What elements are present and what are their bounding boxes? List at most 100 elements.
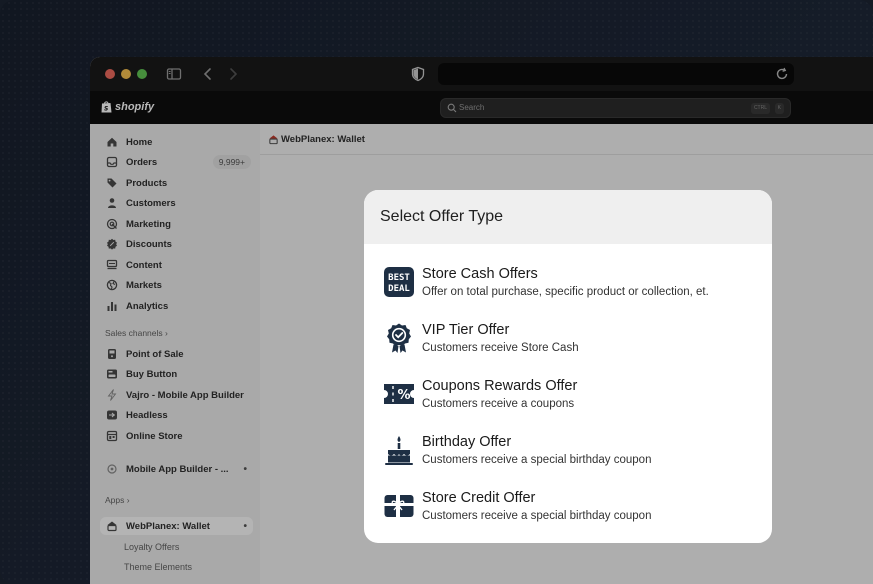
forward-arrow-icon[interactable]: [225, 66, 241, 82]
chevron-right-icon: ›: [126, 495, 130, 505]
sidebar-item-label: Orders: [126, 156, 158, 168]
search-icon: [447, 103, 457, 113]
modal-title: Select Offer Type: [380, 208, 504, 225]
privacy-shield-icon[interactable]: [410, 66, 426, 82]
globe-icon: [106, 279, 118, 291]
sidebar-item-buy-button[interactable]: Buy Button: [100, 365, 253, 383]
search-placeholder: Search: [459, 103, 485, 112]
minimize-window-button[interactable]: [121, 69, 131, 79]
sidebar-item-discounts[interactable]: Discounts: [100, 235, 253, 253]
offer-title: Coupons Rewards Offer: [422, 378, 578, 394]
sidebar-item-markets[interactable]: Markets: [100, 276, 253, 294]
birthday-cake-icon: [385, 436, 413, 465]
offer-title: Store Credit Offer: [422, 490, 536, 506]
sidebar-item-label: Content: [126, 259, 162, 271]
sidebar-item-online-store[interactable]: Online Store: [100, 427, 253, 445]
wallet-app-icon: [269, 135, 278, 145]
sidebar-item-label: Products: [126, 177, 168, 189]
offer-description: Customers receive Store Cash: [422, 342, 579, 354]
search-input[interactable]: Search CTRL K: [440, 98, 791, 118]
modal-header: Select Offer Type: [364, 190, 772, 244]
sidebar-item-customers[interactable]: Customers: [100, 194, 253, 212]
apps-heading[interactable]: Apps ›: [105, 495, 130, 505]
coupon-icon: %: [384, 384, 414, 404]
sidebar-item-mobile-app-builder[interactable]: Mobile App Builder - ... •: [100, 460, 253, 478]
sidebar: Home Orders 9,999+ Products Customers Ma…: [90, 124, 260, 584]
header-divider: [260, 154, 873, 155]
sidebar-subitem-theme-elements[interactable]: Theme Elements: [124, 562, 192, 572]
sidebar-item-label: Buy Button: [126, 368, 178, 380]
sidebar-subitem-loyalty-offers[interactable]: Loyalty Offers: [124, 542, 179, 552]
close-window-button[interactable]: [105, 69, 115, 79]
offer-option-coupons-rewards[interactable]: % Coupons Rewards Offer Customers receiv…: [383, 378, 758, 418]
shortcut-ctrl-key: CTRL: [750, 103, 770, 114]
bar-chart-icon: [107, 302, 117, 311]
shopify-logo[interactable]: S shopify: [101, 100, 154, 113]
sidebar-item-label: Mobile App Builder - ...: [126, 463, 229, 475]
maximize-window-button[interactable]: [137, 69, 147, 79]
app-settings-icon: [107, 464, 117, 474]
sidebar-item-label: WebPlanex: Wallet: [126, 520, 210, 532]
sidebar-item-label: Analytics: [126, 300, 169, 312]
sidebar-item-label: Online Store: [126, 430, 183, 442]
more-options-icon[interactable]: •: [243, 521, 247, 532]
sidebar-toggle-icon[interactable]: [166, 66, 182, 82]
back-arrow-icon[interactable]: [200, 66, 216, 82]
award-badge-icon: [387, 323, 411, 353]
home-icon: [107, 137, 117, 147]
best-deal-icon-line1: BEST: [388, 273, 410, 283]
bolt-icon: [107, 389, 117, 401]
sidebar-item-products[interactable]: Products: [100, 174, 253, 192]
content-icon: [106, 259, 118, 270]
breadcrumb-title: WebPlanex: Wallet: [281, 134, 365, 145]
offer-description: Customers receive a special birthday cou…: [422, 454, 652, 466]
url-bar[interactable]: [438, 63, 794, 85]
discount-icon: [107, 238, 117, 250]
shopify-bag-icon: S: [101, 101, 112, 113]
sidebar-item-marketing[interactable]: Marketing: [100, 215, 253, 233]
sidebar-item-label: Home: [126, 136, 153, 148]
offer-option-vip-tier[interactable]: VIP Tier Offer Customers receive Store C…: [383, 322, 758, 362]
sales-channels-heading[interactable]: Sales channels ›: [105, 328, 168, 338]
sidebar-item-label: Vajro - Mobile App Builder: [126, 389, 244, 401]
offer-option-store-credit[interactable]: Store Credit Offer Customers receive a s…: [383, 490, 758, 530]
offer-title: VIP Tier Offer: [422, 322, 510, 338]
pos-icon: [108, 349, 116, 359]
best-deal-icon: BEST DEAL: [384, 267, 414, 297]
sidebar-item-label: Customers: [126, 197, 176, 209]
sidebar-item-point-of-sale[interactable]: Point of Sale: [100, 345, 253, 363]
sidebar-item-content[interactable]: Content: [100, 256, 253, 274]
sidebar-item-analytics[interactable]: Analytics: [100, 297, 253, 315]
wallet-app-icon: [107, 521, 117, 532]
sales-channels-label: Sales channels: [105, 328, 163, 338]
target-icon: [106, 218, 118, 230]
person-icon: [108, 198, 116, 208]
browser-titlebar: [90, 57, 873, 91]
more-options-icon[interactable]: •: [243, 464, 247, 475]
coupon-icon-percent: %: [397, 388, 410, 403]
sidebar-item-label: Marketing: [126, 218, 171, 230]
offer-description: Customers receive a coupons: [422, 398, 575, 410]
sidebar-item-vajro[interactable]: Vajro - Mobile App Builder: [100, 386, 253, 404]
inbox-icon: [106, 156, 118, 168]
reload-icon[interactable]: [774, 66, 790, 82]
orders-count-badge: 9,999+: [212, 155, 251, 169]
sidebar-item-home[interactable]: Home: [100, 133, 253, 151]
sidebar-item-label: Markets: [126, 279, 162, 291]
chevron-right-icon: ›: [165, 328, 168, 338]
offer-title: Birthday Offer: [422, 434, 512, 450]
tag-icon: [107, 178, 117, 188]
sidebar-item-headless[interactable]: Headless: [100, 406, 253, 424]
breadcrumb: WebPlanex: Wallet: [268, 134, 365, 145]
sidebar-item-orders[interactable]: Orders 9,999+: [100, 153, 253, 171]
best-deal-icon-line2: DEAL: [388, 284, 410, 294]
store-icon: [106, 430, 118, 442]
shopify-topbar: S shopify Search CTRL K: [90, 91, 873, 124]
gift-card-icon: [384, 495, 414, 517]
sidebar-item-label: Headless: [126, 409, 168, 421]
offer-option-store-cash[interactable]: BEST DEAL Store Cash Offers Offer on tot…: [383, 266, 758, 306]
sidebar-item-webplanex-wallet[interactable]: WebPlanex: Wallet •: [100, 517, 253, 535]
svg-text:S: S: [104, 106, 108, 113]
offer-title: Store Cash Offers: [422, 266, 538, 282]
offer-option-birthday[interactable]: Birthday Offer Customers receive a speci…: [383, 434, 758, 474]
